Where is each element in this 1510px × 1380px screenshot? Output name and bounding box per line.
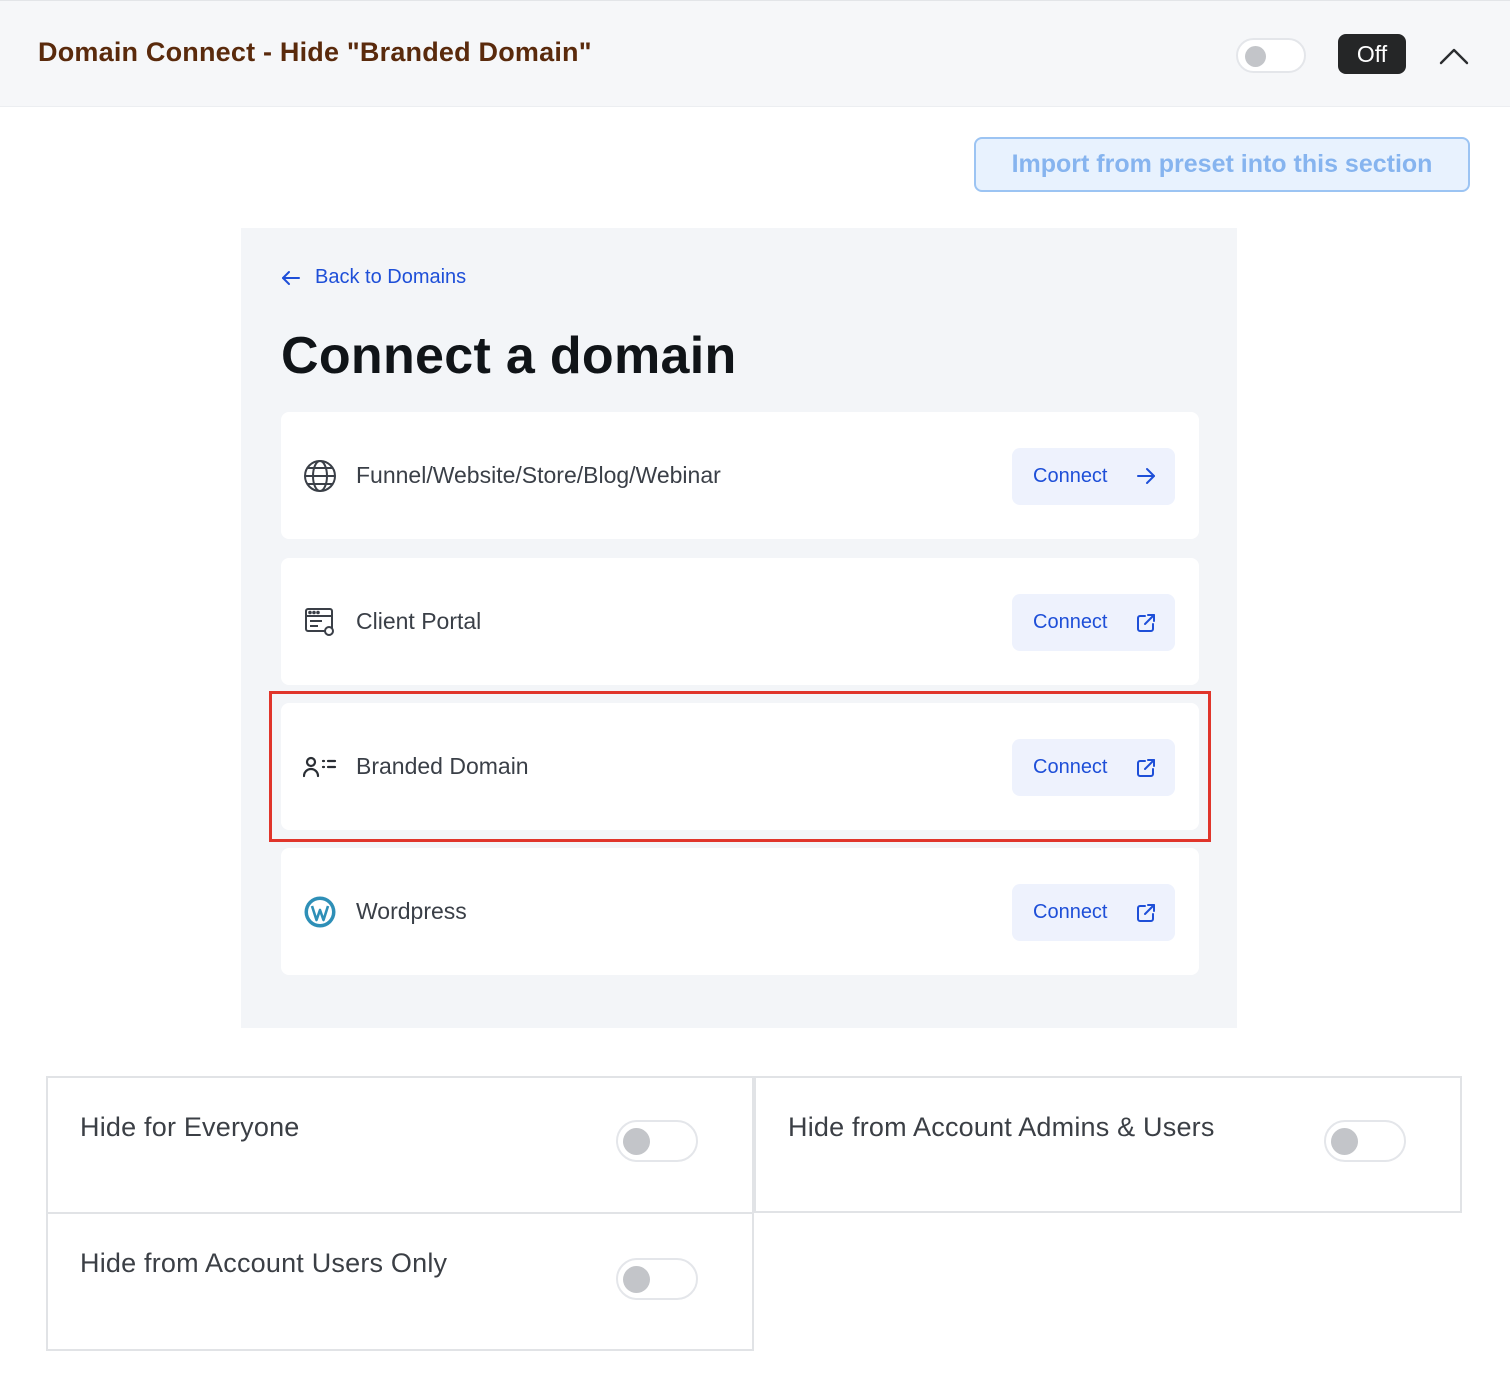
section-toggle[interactable] — [1236, 38, 1306, 73]
domain-row-client-portal: Client Portal Connect — [281, 558, 1199, 685]
arrow-left-icon — [282, 270, 300, 285]
hide-users-only-toggle[interactable] — [616, 1258, 698, 1300]
back-link-label: Back to Domains — [315, 266, 467, 288]
client-portal-icon — [303, 605, 337, 639]
connect-label: Connect — [1033, 465, 1108, 487]
back-to-domains-link[interactable]: Back to Domains — [281, 266, 466, 289]
row-label: Client Portal — [356, 608, 482, 634]
option-hide-everyone: Hide for Everyone — [46, 1076, 754, 1214]
row-label: Wordpress — [356, 898, 467, 924]
hide-admins-users-toggle[interactable] — [1324, 1120, 1406, 1162]
status-badge: Off — [1338, 34, 1406, 74]
toggle-knob — [1245, 46, 1266, 67]
section-header: Domain Connect - Hide "Branded Domain" O… — [0, 0, 1510, 107]
domain-row-funnel: Funnel/Website/Store/Blog/Webinar Connec… — [281, 412, 1199, 539]
chevron-up-icon[interactable] — [1438, 41, 1470, 69]
import-preset-button[interactable]: Import from preset into this section — [974, 137, 1470, 192]
connect-label: Connect — [1033, 611, 1108, 633]
external-link-icon — [1137, 614, 1155, 632]
preview-panel: Back to Domains Connect a domain Funnel/… — [241, 228, 1237, 1028]
connect-button-client-portal[interactable]: Connect — [1012, 594, 1175, 651]
globe-icon — [303, 459, 337, 493]
toggle-knob — [1331, 1128, 1358, 1155]
wordpress-icon — [303, 895, 337, 929]
connect-button-funnel[interactable]: Connect — [1012, 448, 1175, 505]
row-label: Funnel/Website/Store/Blog/Webinar — [356, 462, 721, 488]
arrow-right-icon — [1137, 468, 1155, 484]
option-label: Hide from Account Admins & Users — [788, 1112, 1215, 1142]
option-hide-admins-users: Hide from Account Admins & Users — [754, 1076, 1462, 1213]
option-label: Hide from Account Users Only — [80, 1248, 448, 1278]
external-link-icon — [1137, 904, 1155, 922]
page-title: Connect a domain — [281, 327, 737, 385]
connect-label: Connect — [1033, 901, 1108, 923]
toggle-knob — [623, 1266, 650, 1293]
toggle-knob — [623, 1128, 650, 1155]
connect-button-wordpress[interactable]: Connect — [1012, 884, 1175, 941]
domain-row-wordpress: Wordpress Connect — [281, 848, 1199, 975]
highlight-annotation — [269, 691, 1211, 842]
option-hide-users-only: Hide from Account Users Only — [46, 1212, 754, 1351]
option-label: Hide for Everyone — [80, 1112, 300, 1142]
section-title: Domain Connect - Hide "Branded Domain" — [38, 37, 592, 67]
hide-everyone-toggle[interactable] — [616, 1120, 698, 1162]
